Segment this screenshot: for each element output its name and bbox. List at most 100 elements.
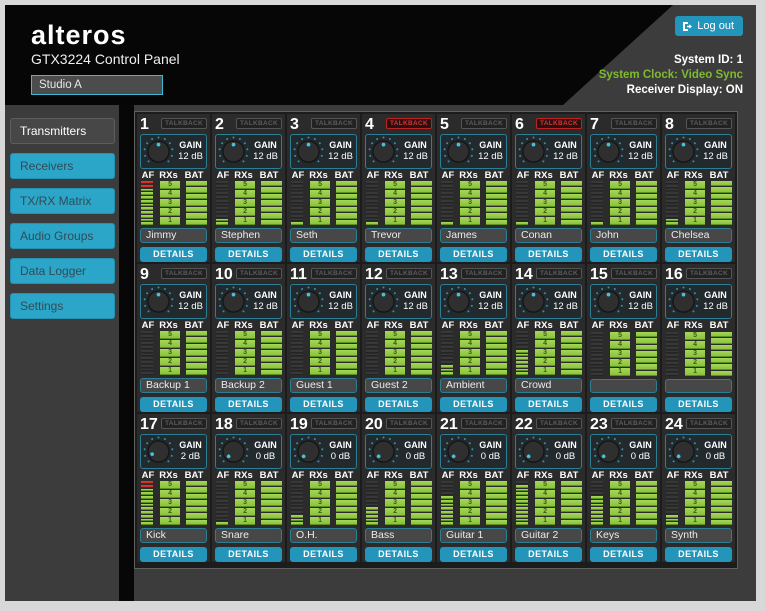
- gain-knob[interactable]: [367, 435, 400, 468]
- gain-knob[interactable]: [142, 135, 175, 168]
- logout-button[interactable]: Log out: [675, 16, 743, 36]
- gain-knob[interactable]: [667, 285, 700, 318]
- channel-name-input[interactable]: Conan: [515, 228, 582, 243]
- channel-name-input[interactable]: O.H.: [290, 528, 357, 543]
- channel-name-input[interactable]: Keys: [590, 528, 657, 543]
- gain-knob[interactable]: [217, 135, 250, 168]
- details-button[interactable]: DETAILS: [215, 547, 282, 562]
- gain-knob[interactable]: [217, 435, 250, 468]
- meter-segment: [711, 181, 732, 187]
- channel-strip: 24 TALKBACK GAIN 0 dB AF RXs BAT 54321 S…: [662, 414, 735, 562]
- channel-name-input[interactable]: Backup 1: [140, 378, 207, 393]
- gain-knob[interactable]: [442, 285, 475, 318]
- sidebar-item-settings[interactable]: Settings: [10, 293, 115, 319]
- gain-knob[interactable]: [292, 285, 325, 318]
- meter-segment: 4: [159, 490, 181, 498]
- gain-label: GAIN: [404, 140, 427, 150]
- details-button[interactable]: DETAILS: [140, 547, 207, 562]
- details-button[interactable]: DETAILS: [590, 397, 657, 412]
- talkback-indicator: TALKBACK: [460, 418, 507, 429]
- details-button[interactable]: DETAILS: [140, 247, 207, 262]
- channel-name-input[interactable]: Guest 1: [290, 378, 357, 393]
- gain-knob[interactable]: [367, 285, 400, 318]
- channel-name-input[interactable]: Guest 2: [365, 378, 432, 393]
- gain-knob[interactable]: [517, 435, 550, 468]
- gain-value: 12 dB: [628, 301, 653, 312]
- channel-name-input[interactable]: Synth: [665, 528, 732, 543]
- details-button[interactable]: DETAILS: [365, 247, 432, 262]
- details-button[interactable]: DETAILS: [440, 247, 507, 262]
- gain-knob[interactable]: [292, 135, 325, 168]
- details-button[interactable]: DETAILS: [515, 397, 582, 412]
- details-button[interactable]: DETAILS: [215, 247, 282, 262]
- details-button[interactable]: DETAILS: [290, 397, 357, 412]
- meter-segment: 4: [384, 190, 406, 198]
- details-button[interactable]: DETAILS: [665, 397, 732, 412]
- sidebar-item-receivers[interactable]: Receivers: [10, 153, 115, 179]
- gain-knob[interactable]: [292, 435, 325, 468]
- details-button[interactable]: DETAILS: [215, 397, 282, 412]
- meter-segment: [216, 342, 228, 345]
- meter-segment: 2: [459, 508, 481, 516]
- meter-segment: [666, 203, 678, 207]
- channel-name-input[interactable]: John: [590, 228, 657, 243]
- meter-segment: [411, 343, 432, 350]
- details-button[interactable]: DETAILS: [515, 547, 582, 562]
- sidebar-item-transmitters[interactable]: Transmitters: [10, 118, 115, 144]
- details-button[interactable]: DETAILS: [440, 397, 507, 412]
- details-button[interactable]: DETAILS: [140, 397, 207, 412]
- channel-name-input[interactable]: Backup 2: [215, 378, 282, 393]
- gain-knob[interactable]: [667, 435, 700, 468]
- rxs-label: RXs: [384, 169, 403, 181]
- gain-knob[interactable]: [367, 135, 400, 168]
- rxs-meter: 54321: [459, 331, 481, 375]
- gain-knob[interactable]: [442, 135, 475, 168]
- channel-name-input[interactable]: Trevor: [365, 228, 432, 243]
- gain-knob[interactable]: [142, 435, 175, 468]
- channel-name-input[interactable]: [590, 378, 657, 393]
- meter-segment: [366, 338, 378, 342]
- channel-name-input[interactable]: Bass: [365, 528, 432, 543]
- channel-name-input[interactable]: Snare: [215, 528, 282, 543]
- gain-knob[interactable]: [217, 285, 250, 318]
- channel-name-input[interactable]: James: [440, 228, 507, 243]
- channel-name-input[interactable]: Guitar 2: [515, 528, 582, 543]
- gain-knob[interactable]: [592, 135, 625, 168]
- details-button[interactable]: DETAILS: [665, 547, 732, 562]
- rxs-meter: 54321: [234, 481, 256, 525]
- sidebar-item-data-logger[interactable]: Data Logger: [10, 258, 115, 284]
- channel-name-input[interactable]: Jimmy: [140, 228, 207, 243]
- channel-name-input[interactable]: Crowd: [515, 378, 582, 393]
- meter-segment: 5: [459, 181, 481, 189]
- details-button[interactable]: DETAILS: [365, 547, 432, 562]
- channel-name-input[interactable]: Guitar 1: [440, 528, 507, 543]
- gain-knob[interactable]: [142, 285, 175, 318]
- channel-name-input[interactable]: Kick: [140, 528, 207, 543]
- channel-name-input[interactable]: Ambient: [440, 378, 507, 393]
- studio-name-input[interactable]: Studio A: [31, 75, 163, 95]
- gain-knob[interactable]: [667, 135, 700, 168]
- gain-knob[interactable]: [517, 285, 550, 318]
- details-button[interactable]: DETAILS: [290, 547, 357, 562]
- details-button[interactable]: DETAILS: [590, 247, 657, 262]
- window-frame: alteros GTX3224 Control Panel Studio A L…: [0, 0, 765, 611]
- details-button[interactable]: DETAILS: [290, 247, 357, 262]
- details-button[interactable]: DETAILS: [590, 547, 657, 562]
- channel-number: 4: [365, 116, 374, 133]
- channel-name-input[interactable]: Stephen: [215, 228, 282, 243]
- details-button[interactable]: DETAILS: [440, 547, 507, 562]
- details-button[interactable]: DETAILS: [515, 247, 582, 262]
- channel-name-input[interactable]: [665, 378, 732, 393]
- details-button[interactable]: DETAILS: [665, 247, 732, 262]
- channel-name-input[interactable]: Chelsea: [665, 228, 732, 243]
- details-button[interactable]: DETAILS: [365, 397, 432, 412]
- gain-knob[interactable]: [592, 285, 625, 318]
- meter-segment: 5: [384, 331, 406, 339]
- gain-knob[interactable]: [592, 435, 625, 468]
- sidebar-item-audio-groups[interactable]: Audio Groups: [10, 223, 115, 249]
- channel-name-input[interactable]: Seth: [290, 228, 357, 243]
- sidebar-item-txrx-matrix[interactable]: TX/RX Matrix: [10, 188, 115, 214]
- gain-knob[interactable]: [517, 135, 550, 168]
- gain-knob[interactable]: [442, 435, 475, 468]
- meter-segment: [186, 481, 207, 487]
